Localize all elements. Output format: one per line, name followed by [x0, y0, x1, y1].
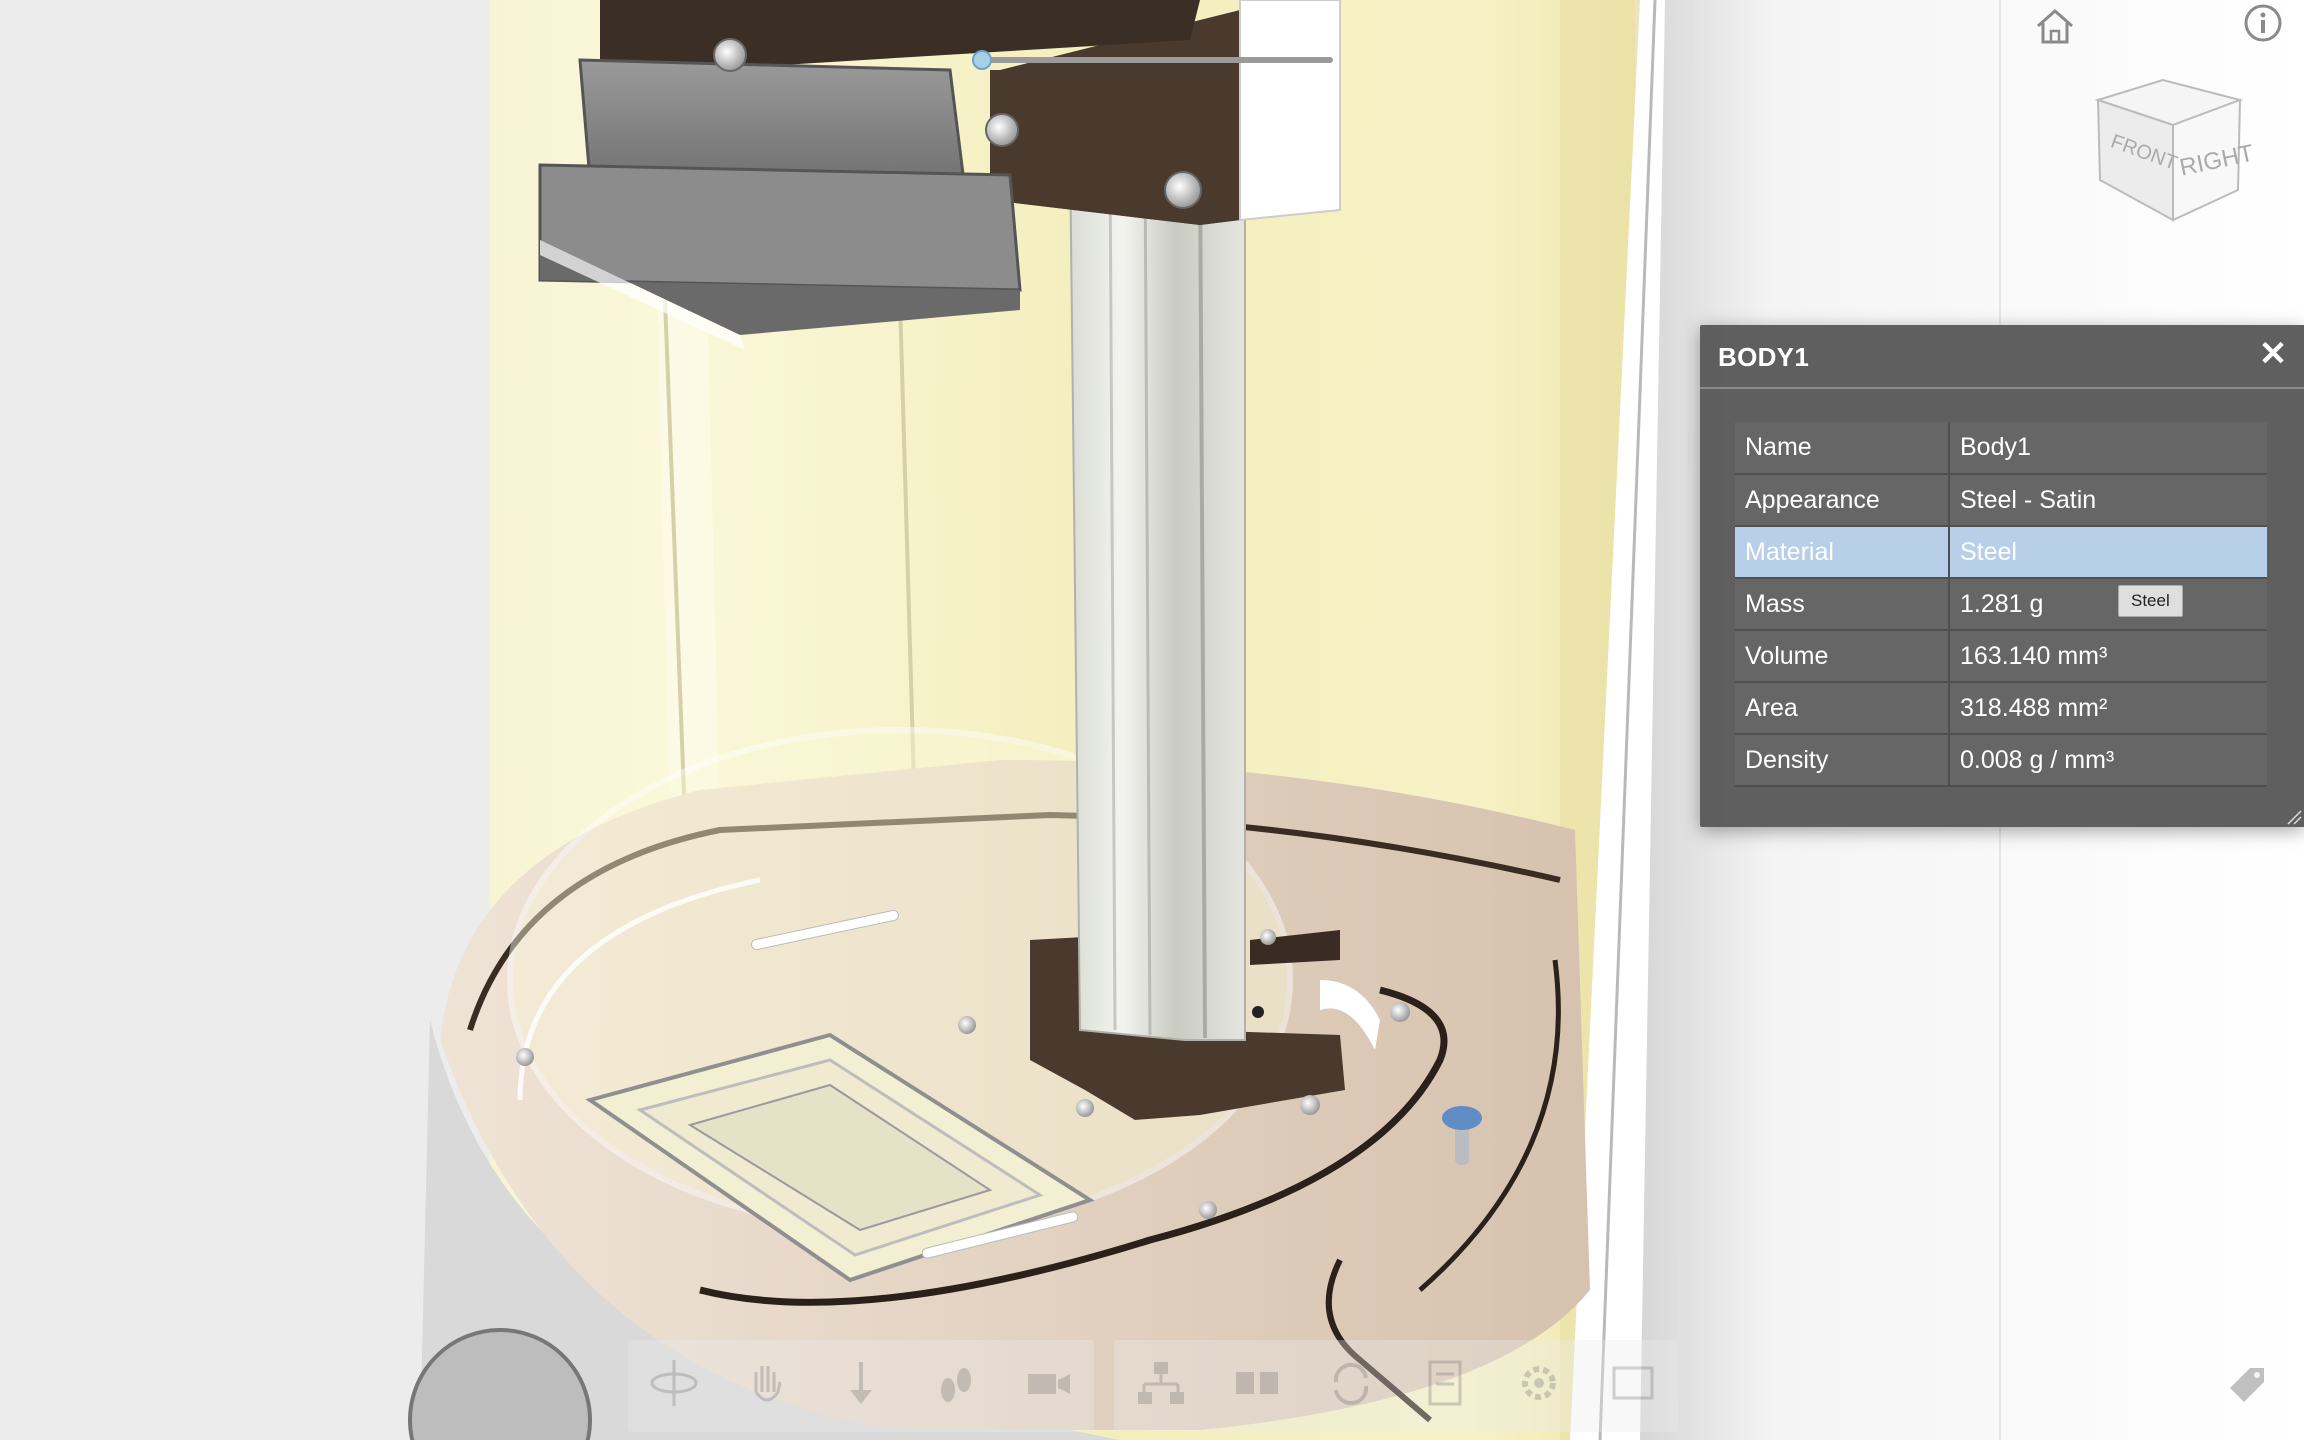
walk-button[interactable]: [924, 1352, 986, 1414]
properties-icon: [1428, 1360, 1462, 1406]
property-name: Density: [1735, 734, 1950, 787]
table-row[interactable]: Area 318.488 mm²: [1735, 682, 2267, 735]
markup-icon: [2230, 1368, 2264, 1402]
orbit-icon: [650, 1360, 698, 1406]
zoom-icon: [850, 1362, 872, 1404]
camera-icon: [1028, 1374, 1070, 1394]
toolbar-tools-group: [1114, 1340, 1678, 1432]
property-name: Name: [1735, 422, 1950, 475]
property-value: Steel - Satin: [1949, 474, 2267, 527]
properties-panel-header: BODY1 ✕: [1700, 325, 2304, 389]
properties-button[interactable]: [1414, 1352, 1476, 1414]
model-browser-icon: [1138, 1362, 1184, 1404]
settings-button[interactable]: [1508, 1352, 1570, 1414]
property-name: Material: [1735, 526, 1950, 579]
table-row[interactable]: Name Body1: [1735, 422, 2267, 475]
fullscreen-icon: [1612, 1366, 1654, 1400]
close-button[interactable]: ✕: [2256, 337, 2290, 371]
property-value: 163.140 mm³: [1949, 630, 2267, 683]
orbit-button[interactable]: [643, 1352, 705, 1414]
zoom-button[interactable]: [830, 1352, 892, 1414]
property-value: 0.008 g / mm³: [1949, 734, 2267, 787]
resize-grip-icon[interactable]: [2284, 807, 2302, 825]
properties-panel: BODY1 ✕ Name Body1 Appearance Steel - Sa…: [1700, 325, 2304, 827]
properties-panel-title: BODY1: [1718, 342, 1810, 372]
pan-button[interactable]: [736, 1352, 798, 1414]
table-row-selected[interactable]: Material Steel: [1735, 526, 2267, 579]
properties-table: Name Body1 Appearance Steel - Satin Mate…: [1735, 422, 2267, 787]
walk-icon: [941, 1368, 971, 1402]
explode-button[interactable]: [1226, 1352, 1288, 1414]
property-value: Steel: [1949, 526, 2267, 579]
property-name: Appearance: [1735, 474, 1950, 527]
info-button[interactable]: [2240, 0, 2286, 46]
explode-icon: [1236, 1372, 1278, 1394]
table-row[interactable]: Volume 163.140 mm³: [1735, 630, 2267, 683]
mass-value: 1.281 g: [1960, 589, 2044, 618]
property-name: Area: [1735, 682, 1950, 735]
table-row[interactable]: Density 0.008 g / mm³: [1735, 734, 2267, 787]
camera-button[interactable]: [1018, 1352, 1080, 1414]
table-row[interactable]: Appearance Steel - Satin: [1735, 474, 2267, 527]
section-icon: [1333, 1362, 1369, 1406]
model-browser-button[interactable]: [1130, 1352, 1192, 1414]
table-row[interactable]: Mass 1.281 g Steel: [1735, 578, 2267, 631]
property-value: Body1: [1949, 422, 2267, 475]
markup-button[interactable]: [2222, 1358, 2272, 1408]
home-button[interactable]: [2032, 4, 2078, 50]
property-value: 318.488 mm²: [1949, 682, 2267, 735]
tooltip: Steel: [2118, 585, 2183, 617]
close-icon: ✕: [2258, 335, 2288, 373]
home-icon: [2037, 9, 2073, 44]
property-value: 1.281 g Steel: [1949, 578, 2267, 631]
settings-icon: [1522, 1366, 1556, 1400]
section-button[interactable]: [1320, 1352, 1382, 1414]
property-name: Mass: [1735, 578, 1950, 631]
property-name: Volume: [1735, 630, 1950, 683]
fullscreen-button[interactable]: [1602, 1352, 1664, 1414]
view-cube[interactable]: FRONT RIGHT: [2088, 70, 2258, 230]
pan-icon: [754, 1366, 782, 1402]
info-icon: [2244, 4, 2282, 42]
